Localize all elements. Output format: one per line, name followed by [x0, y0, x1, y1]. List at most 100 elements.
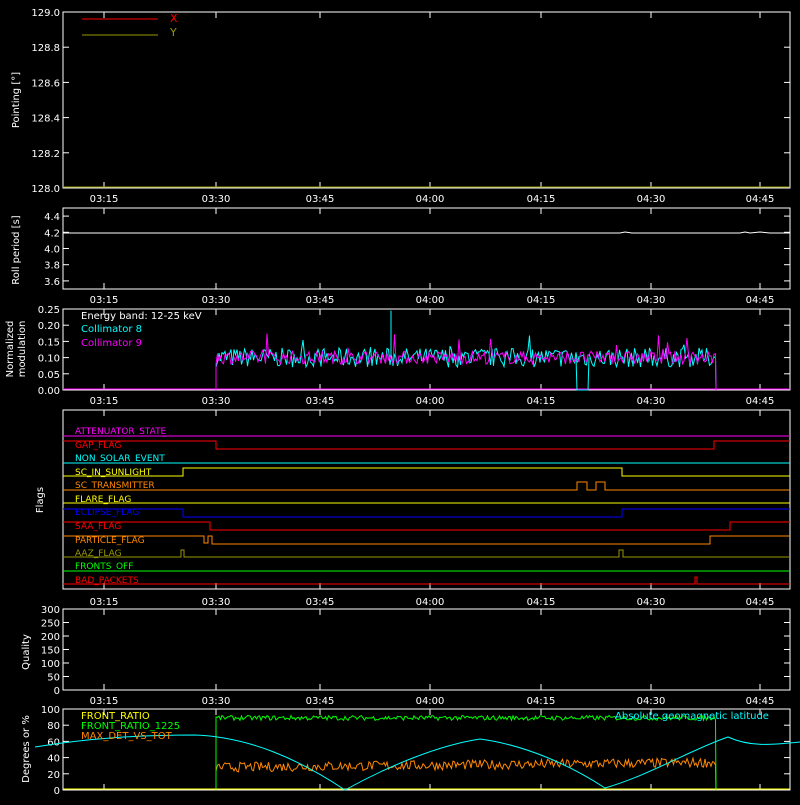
- y-tick-label: 3.6: [44, 277, 60, 288]
- quality-frame: [62, 608, 791, 691]
- x-tick-label: 04:00: [416, 597, 445, 608]
- x-tick-label: 03:30: [202, 396, 231, 407]
- x-tick-label: 04:15: [527, 597, 556, 608]
- roll-ylabel: Roll period [s]: [11, 215, 22, 284]
- x-tick-label: 03:30: [202, 295, 231, 306]
- flag-trace-eclipse: [63, 508, 790, 518]
- x-tick-label: 04:30: [637, 597, 666, 608]
- x-tick-label: 03:45: [306, 295, 335, 306]
- y-tick-label: 128.4: [31, 114, 60, 125]
- x-tick-label: 04:45: [746, 396, 775, 407]
- y-tick-label: 128.6: [31, 78, 60, 89]
- y-tick-label: 4.4: [44, 212, 60, 223]
- x-tick-label: 04:45: [746, 194, 775, 205]
- y-tick-label: 128.2: [31, 149, 60, 160]
- x-tick-label: 04:45: [746, 295, 775, 306]
- x-tick-label: 03:15: [90, 396, 119, 407]
- x-tick-label: 04:30: [637, 396, 666, 407]
- x-tick-label: 03:15: [90, 597, 119, 608]
- panel-roll: 4.4 4.2 4.0 3.8 3.6 03:15 03:30 03:45 04:00 04:1…: [11, 207, 791, 306]
- legend-collimator-9: Collimator 9: [81, 338, 142, 349]
- legend-collimator-8: Collimator 8: [81, 324, 142, 335]
- flag-trace-bad-packets: [63, 576, 790, 585]
- y-tick-label: 150: [41, 646, 60, 657]
- x-tick-label: 04:30: [637, 295, 666, 306]
- y-tick-label: 250: [41, 619, 60, 630]
- x-tick-label: 03:45: [306, 396, 335, 407]
- roll-series: [63, 231, 790, 234]
- x-tick-label: 03:30: [202, 696, 231, 707]
- y-tick-label: 3.8: [44, 261, 60, 272]
- hessi-observing-summary: 129.0 128.8 128.6 128.4 128.2 128.0 03:15 03:3…: [0, 0, 800, 800]
- y-tick-label: 100: [41, 659, 60, 670]
- x-tick-label: 04:45: [746, 597, 775, 608]
- x-tick-label: 03:15: [90, 295, 119, 306]
- panel-pointing: 129.0 128.8 128.6 128.4 128.2 128.0 03:15 03:3…: [11, 8, 791, 205]
- modulation-ylabel-line2: modulation: [17, 321, 28, 378]
- x-tick-label: 03:45: [306, 194, 335, 205]
- flag-label: SAA_FLAG: [75, 522, 121, 532]
- panel-flags: 03:15 03:30 03:45 04:00 04:15 04:30 04:45 Flag…: [35, 409, 791, 608]
- x-tick-label: 04:00: [416, 194, 445, 205]
- roll-frame: [62, 207, 791, 290]
- front-ratio-1225-series: [215, 714, 717, 791]
- y-tick-label: 129.0: [31, 8, 60, 19]
- y-tick-label: 0: [54, 686, 60, 697]
- x-tick-label: 03:15: [90, 194, 119, 205]
- legend-label-y: Y: [169, 26, 177, 39]
- energy-band-label: Energy band: 12-25 keV: [81, 311, 202, 322]
- flags-frame: [62, 409, 791, 590]
- x-tick-label: 04:45: [746, 696, 775, 707]
- y-tick-label: 128.0: [31, 184, 60, 195]
- panel-modulation: 0.25 0.20 0.15 0.10 0.05 0.00 03:15 03:30 03:45…: [5, 305, 791, 407]
- x-tick-label: 03:30: [202, 597, 231, 608]
- summary-chart: 129.0 128.8 128.6 128.4 128.2 128.0 03:15 03:3…: [5, 8, 800, 797]
- x-tick-label: 04:00: [416, 696, 445, 707]
- flag-trace-saa: [63, 521, 790, 531]
- panel-quality: 300 250 200 150 100 50 0 03:15 03:30 03:45 04:00 0…: [21, 605, 791, 707]
- x-tick-label: 03:45: [306, 597, 335, 608]
- x-tick-label: 04:15: [527, 696, 556, 707]
- y-tick-label: 4.0: [44, 245, 60, 256]
- y-tick-label: 100: [41, 705, 60, 716]
- max-det-vs-tot-series: [215, 756, 717, 791]
- x-tick-label: 04:15: [527, 194, 556, 205]
- flag-label: GAP_FLAG: [75, 441, 121, 451]
- y-tick-label: 60: [47, 737, 60, 748]
- y-tick-label: 128.8: [31, 43, 60, 54]
- y-tick-label: 0.05: [38, 370, 60, 381]
- quality-ylabel: Quality: [21, 634, 32, 670]
- y-tick-label: 20: [47, 770, 60, 781]
- y-tick-label: 0: [54, 786, 60, 797]
- y-tick-label: 0.00: [38, 386, 60, 397]
- x-tick-label: 03:15: [90, 696, 119, 707]
- y-tick-label: 80: [47, 721, 60, 732]
- y-tick-label: 0.10: [38, 354, 60, 365]
- y-tick-label: 50: [47, 673, 60, 684]
- y-tick-label: 0.25: [38, 305, 60, 316]
- y-tick-label: 200: [41, 632, 60, 643]
- y-tick-label: 4.2: [44, 228, 60, 239]
- x-tick-label: 04:30: [637, 194, 666, 205]
- pointing-ylabel: Pointing [°]: [11, 72, 22, 128]
- modulation-ylabel-line1: Normalized: [5, 321, 16, 378]
- x-tick-label: 03:30: [202, 194, 231, 205]
- x-tick-label: 03:45: [306, 696, 335, 707]
- x-tick-label: 04:00: [416, 396, 445, 407]
- geomag-annotation: Absolute geomagnetic latitude: [615, 711, 769, 722]
- y-tick-label: 0.20: [38, 321, 60, 332]
- x-tick-label: 04:15: [527, 396, 556, 407]
- flag-trace-transmitter: [63, 481, 790, 491]
- y-tick-label: 40: [47, 754, 60, 765]
- flags-ylabel: Flags: [35, 487, 46, 513]
- y-tick-label: 300: [41, 605, 60, 616]
- flag-label: PARTICLE_FLAG: [75, 536, 145, 546]
- x-tick-label: 04:30: [637, 696, 666, 707]
- ratios-ylabel: Degrees or %: [21, 715, 32, 783]
- flag-trace-aaz: [63, 549, 790, 558]
- flag-trace-sunlight: [63, 467, 790, 477]
- collimator-9-series: [215, 333, 717, 391]
- flag-trace-gap: [63, 440, 790, 450]
- panel-ratios: 100806040200 Degrees or % FRONT_RATIO FR…: [21, 705, 800, 797]
- x-tick-label: 04:00: [416, 295, 445, 306]
